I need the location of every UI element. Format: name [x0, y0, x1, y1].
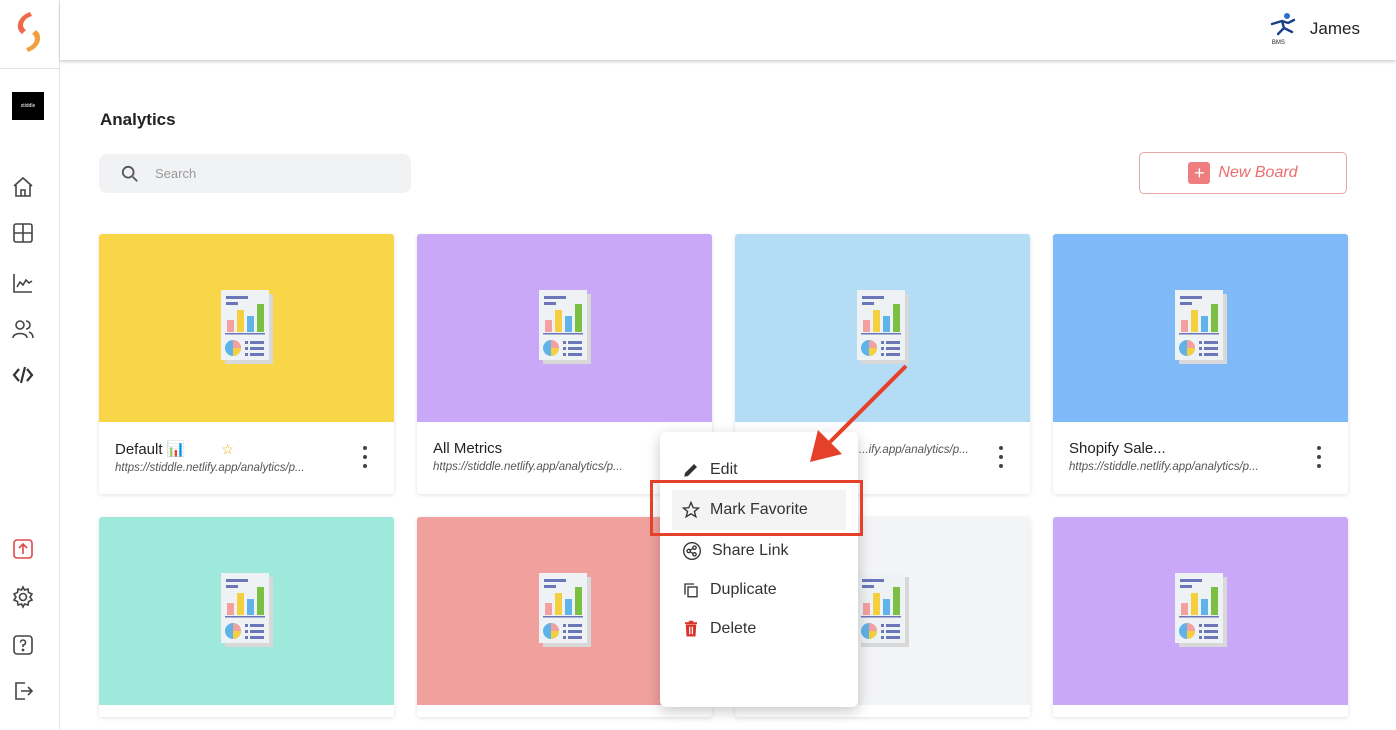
report-icon: [538, 290, 591, 364]
board-url: https://stiddle.netlify.app/analytics/p.…: [1069, 461, 1259, 473]
menu-item-delete[interactable]: Delete: [660, 609, 858, 649]
pencil-icon: [684, 464, 697, 477]
board-title: Default 📊 ☆: [115, 440, 378, 459]
user-menu[interactable]: BMS James: [1268, 12, 1360, 46]
sidebar: stiddle: [0, 0, 60, 730]
card-context-menu: Edit Mark Favorite Share Link Duplicate …: [660, 432, 858, 707]
annotation-highlight-box: [650, 480, 863, 536]
report-icon: [220, 573, 273, 647]
board-card[interactable]: [1053, 517, 1348, 717]
board-card[interactable]: Shopify Sale... https://stiddle.netlify.…: [1053, 234, 1348, 494]
menu-item-label: Duplicate: [710, 581, 777, 598]
settings-gear-icon[interactable]: [10, 584, 36, 610]
report-icon: [220, 290, 273, 364]
favorite-star-icon: ☆: [221, 440, 234, 457]
report-icon: [1174, 290, 1227, 364]
menu-item-label: Delete: [710, 620, 757, 637]
report-icon: [856, 290, 909, 364]
report-icon: [856, 573, 909, 647]
board-thumbnail[interactable]: [99, 517, 394, 705]
board-card[interactable]: Default 📊 ☆ https://stiddle.netlify.app/a…: [99, 234, 394, 494]
home-icon[interactable]: [10, 174, 36, 200]
new-board-button[interactable]: + New Board: [1139, 152, 1347, 194]
menu-item-label: Edit: [710, 461, 738, 478]
top-bar: BMS James: [60, 0, 1396, 60]
card-more-menu-icon[interactable]: [1314, 444, 1324, 470]
dashboard-grid-icon[interactable]: [10, 220, 36, 246]
org-logo-label: stiddle: [20, 103, 36, 109]
search-icon: [121, 165, 138, 182]
plus-icon: +: [1188, 162, 1211, 184]
page-title: Analytics: [100, 110, 176, 129]
users-icon[interactable]: [10, 316, 36, 342]
org-logo[interactable]: stiddle: [12, 92, 44, 120]
board-thumbnail[interactable]: [1053, 234, 1348, 422]
sidebar-divider: [0, 68, 60, 69]
board-url: https://stiddle.netlify.app/analytics/p.…: [433, 461, 623, 473]
trash-icon: [685, 620, 697, 637]
board-thumbnail[interactable]: [1053, 517, 1348, 705]
board-card[interactable]: [99, 517, 394, 717]
search-input[interactable]: [155, 166, 395, 181]
app-logo-icon[interactable]: [10, 8, 46, 56]
search-box: [99, 154, 411, 193]
board-title-text: Default 📊: [115, 441, 186, 458]
code-icon[interactable]: [10, 362, 36, 388]
help-icon[interactable]: [10, 632, 36, 658]
board-card-footer: Shopify Sale... https://stiddle.netlify.…: [1053, 422, 1348, 494]
board-title: Shopify Sale...: [1069, 440, 1166, 457]
analytics-chart-icon[interactable]: [10, 270, 36, 296]
card-more-menu-icon[interactable]: [360, 444, 370, 470]
user-avatar: BMS: [1268, 12, 1298, 46]
menu-item-share-link[interactable]: Share Link: [660, 531, 858, 571]
user-name: James: [1309, 19, 1360, 38]
board-thumbnail[interactable]: [99, 234, 394, 422]
share-icon: [683, 542, 701, 560]
board-url: https://stiddle.netlify.app/analytics/p.…: [115, 462, 305, 474]
board-title: All Metrics: [433, 440, 503, 457]
user-badge: BMS: [1271, 40, 1285, 46]
new-board-label: New Board: [1218, 164, 1298, 181]
upload-icon[interactable]: [10, 536, 36, 562]
board-url: ...ify.app/analytics/p...: [859, 444, 969, 456]
report-icon: [1174, 573, 1227, 647]
duplicate-icon: [684, 583, 698, 598]
menu-item-label: Share Link: [712, 542, 789, 559]
logout-icon[interactable]: [10, 678, 36, 704]
report-icon: [538, 573, 591, 647]
card-more-menu-icon[interactable]: [996, 444, 1006, 470]
menu-item-duplicate[interactable]: Duplicate: [660, 570, 858, 610]
board-card-footer: Default 📊 ☆ https://stiddle.netlify.app/a…: [99, 422, 394, 494]
board-thumbnail[interactable]: [735, 234, 1030, 422]
runner-logo-icon: [1270, 13, 1296, 36]
board-thumbnail[interactable]: [417, 234, 712, 422]
